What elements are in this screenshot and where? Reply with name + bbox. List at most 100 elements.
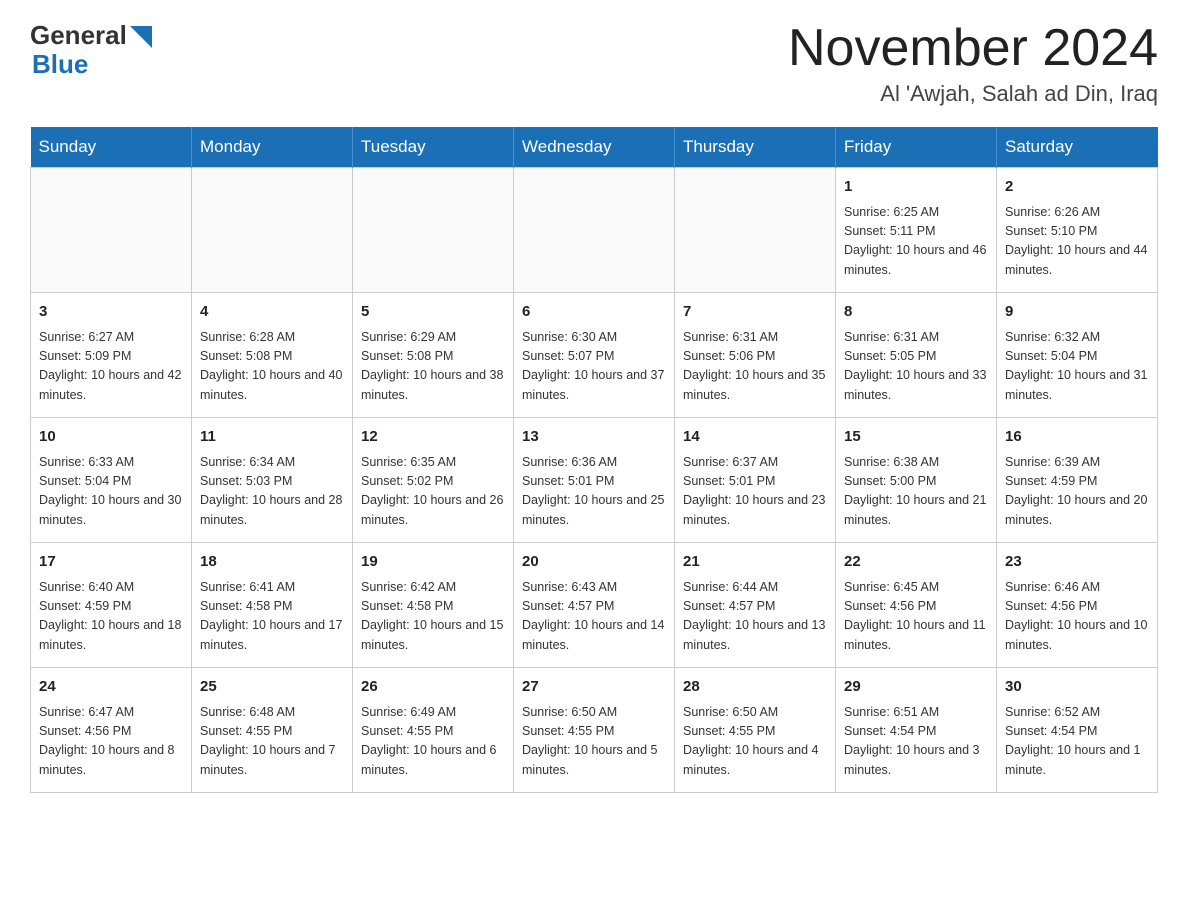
day-number: 19: [361, 551, 505, 574]
calendar-cell: 24 Sunrise: 6:47 AMSunset: 4:56 PMDayligh…: [31, 668, 192, 793]
calendar-cell: 12 Sunrise: 6:35 AMSunset: 5:02 PMDayligh…: [353, 418, 514, 543]
day-info: Sunrise: 6:41 AMSunset: 4:58 PMDaylight:…: [200, 578, 344, 656]
day-number: 8: [844, 301, 988, 324]
day-number: 20: [522, 551, 666, 574]
logo-arrow-icon: [130, 26, 152, 48]
day-number: 11: [200, 426, 344, 449]
day-info: Sunrise: 6:25 AMSunset: 5:11 PMDaylight:…: [844, 203, 988, 281]
day-info: Sunrise: 6:33 AMSunset: 5:04 PMDaylight:…: [39, 453, 183, 531]
day-info: Sunrise: 6:32 AMSunset: 5:04 PMDaylight:…: [1005, 328, 1149, 406]
logo-blue-text: Blue: [32, 49, 152, 80]
day-number: 18: [200, 551, 344, 574]
day-info: Sunrise: 6:45 AMSunset: 4:56 PMDaylight:…: [844, 578, 988, 656]
day-number: 2: [1005, 176, 1149, 199]
calendar-cell: 30Sunrise: 6:52 AMSunset: 4:54 PMDayligh…: [997, 668, 1158, 793]
calendar-cell: 5 Sunrise: 6:29 AMSunset: 5:08 PMDaylight…: [353, 293, 514, 418]
day-info: Sunrise: 6:44 AMSunset: 4:57 PMDaylight:…: [683, 578, 827, 656]
day-info: Sunrise: 6:49 AMSunset: 4:55 PMDaylight:…: [361, 703, 505, 781]
calendar-header-tuesday: Tuesday: [353, 127, 514, 168]
day-info: Sunrise: 6:50 AMSunset: 4:55 PMDaylight:…: [683, 703, 827, 781]
calendar-cell: 21 Sunrise: 6:44 AMSunset: 4:57 PMDayligh…: [675, 543, 836, 668]
calendar-week-row: 10Sunrise: 6:33 AMSunset: 5:04 PMDayligh…: [31, 418, 1158, 543]
day-number: 28: [683, 676, 827, 699]
calendar-header-wednesday: Wednesday: [514, 127, 675, 168]
calendar-cell: 20 Sunrise: 6:43 AMSunset: 4:57 PMDayligh…: [514, 543, 675, 668]
calendar-cell: [675, 168, 836, 293]
calendar-header-friday: Friday: [836, 127, 997, 168]
location-subtitle: Al 'Awjah, Salah ad Din, Iraq: [788, 81, 1158, 107]
day-info: Sunrise: 6:43 AMSunset: 4:57 PMDaylight:…: [522, 578, 666, 656]
calendar-header-sunday: Sunday: [31, 127, 192, 168]
day-info: Sunrise: 6:36 AMSunset: 5:01 PMDaylight:…: [522, 453, 666, 531]
calendar-cell: [353, 168, 514, 293]
calendar-week-row: 3Sunrise: 6:27 AMSunset: 5:09 PMDaylight…: [31, 293, 1158, 418]
calendar-cell: 15Sunrise: 6:38 AMSunset: 5:00 PMDayligh…: [836, 418, 997, 543]
day-number: 25: [200, 676, 344, 699]
calendar-cell: 10Sunrise: 6:33 AMSunset: 5:04 PMDayligh…: [31, 418, 192, 543]
day-info: Sunrise: 6:34 AMSunset: 5:03 PMDaylight:…: [200, 453, 344, 531]
calendar-cell: [31, 168, 192, 293]
day-info: Sunrise: 6:40 AMSunset: 4:59 PMDaylight:…: [39, 578, 183, 656]
day-info: Sunrise: 6:31 AMSunset: 5:06 PMDaylight:…: [683, 328, 827, 406]
day-info: Sunrise: 6:38 AMSunset: 5:00 PMDaylight:…: [844, 453, 988, 531]
calendar-cell: 2 Sunrise: 6:26 AMSunset: 5:10 PMDaylight…: [997, 168, 1158, 293]
calendar-cell: 1 Sunrise: 6:25 AMSunset: 5:11 PMDaylight…: [836, 168, 997, 293]
day-number: 24: [39, 676, 183, 699]
day-info: Sunrise: 6:47 AMSunset: 4:56 PMDaylight:…: [39, 703, 183, 781]
day-info: Sunrise: 6:46 AMSunset: 4:56 PMDaylight:…: [1005, 578, 1149, 656]
calendar-cell: 19 Sunrise: 6:42 AMSunset: 4:58 PMDayligh…: [353, 543, 514, 668]
day-number: 22: [844, 551, 988, 574]
day-number: 9: [1005, 301, 1149, 324]
day-number: 26: [361, 676, 505, 699]
day-info: Sunrise: 6:39 AMSunset: 4:59 PMDaylight:…: [1005, 453, 1149, 531]
calendar-cell: 16Sunrise: 6:39 AMSunset: 4:59 PMDayligh…: [997, 418, 1158, 543]
day-number: 21: [683, 551, 827, 574]
day-number: 14: [683, 426, 827, 449]
calendar-header-thursday: Thursday: [675, 127, 836, 168]
calendar-cell: 25 Sunrise: 6:48 AMSunset: 4:55 PMDayligh…: [192, 668, 353, 793]
calendar-cell: 8 Sunrise: 6:31 AMSunset: 5:05 PMDaylight…: [836, 293, 997, 418]
day-number: 13: [522, 426, 666, 449]
day-info: Sunrise: 6:50 AMSunset: 4:55 PMDaylight:…: [522, 703, 666, 781]
logo-general-text: General: [30, 20, 127, 51]
calendar-week-row: 24 Sunrise: 6:47 AMSunset: 4:56 PMDayligh…: [31, 668, 1158, 793]
day-number: 1: [844, 176, 988, 199]
day-number: 12: [361, 426, 505, 449]
day-info: Sunrise: 6:52 AMSunset: 4:54 PMDaylight:…: [1005, 703, 1149, 781]
calendar-cell: 14 Sunrise: 6:37 AMSunset: 5:01 PMDayligh…: [675, 418, 836, 543]
day-info: Sunrise: 6:27 AMSunset: 5:09 PMDaylight:…: [39, 328, 183, 406]
calendar-cell: 3Sunrise: 6:27 AMSunset: 5:09 PMDaylight…: [31, 293, 192, 418]
day-number: 27: [522, 676, 666, 699]
calendar-cell: [192, 168, 353, 293]
page-header: General Blue November 2024 Al 'Awjah, Sa…: [30, 20, 1158, 107]
calendar-cell: 13 Sunrise: 6:36 AMSunset: 5:01 PMDayligh…: [514, 418, 675, 543]
calendar-week-row: 1 Sunrise: 6:25 AMSunset: 5:11 PMDaylight…: [31, 168, 1158, 293]
day-info: Sunrise: 6:35 AMSunset: 5:02 PMDaylight:…: [361, 453, 505, 531]
calendar-cell: 6Sunrise: 6:30 AMSunset: 5:07 PMDaylight…: [514, 293, 675, 418]
logo: General Blue: [30, 20, 152, 80]
day-number: 23: [1005, 551, 1149, 574]
day-number: 17: [39, 551, 183, 574]
calendar-cell: 23 Sunrise: 6:46 AMSunset: 4:56 PMDayligh…: [997, 543, 1158, 668]
calendar-cell: 7 Sunrise: 6:31 AMSunset: 5:06 PMDaylight…: [675, 293, 836, 418]
calendar-cell: 9 Sunrise: 6:32 AMSunset: 5:04 PMDaylight…: [997, 293, 1158, 418]
day-info: Sunrise: 6:37 AMSunset: 5:01 PMDaylight:…: [683, 453, 827, 531]
day-info: Sunrise: 6:26 AMSunset: 5:10 PMDaylight:…: [1005, 203, 1149, 281]
calendar-week-row: 17 Sunrise: 6:40 AMSunset: 4:59 PMDayligh…: [31, 543, 1158, 668]
calendar-cell: 17 Sunrise: 6:40 AMSunset: 4:59 PMDayligh…: [31, 543, 192, 668]
day-info: Sunrise: 6:29 AMSunset: 5:08 PMDaylight:…: [361, 328, 505, 406]
day-number: 7: [683, 301, 827, 324]
day-info: Sunrise: 6:42 AMSunset: 4:58 PMDaylight:…: [361, 578, 505, 656]
calendar-cell: 26 Sunrise: 6:49 AMSunset: 4:55 PMDayligh…: [353, 668, 514, 793]
day-info: Sunrise: 6:28 AMSunset: 5:08 PMDaylight:…: [200, 328, 344, 406]
calendar-header-saturday: Saturday: [997, 127, 1158, 168]
calendar-cell: 29Sunrise: 6:51 AMSunset: 4:54 PMDayligh…: [836, 668, 997, 793]
day-info: Sunrise: 6:31 AMSunset: 5:05 PMDaylight:…: [844, 328, 988, 406]
day-number: 29: [844, 676, 988, 699]
calendar-cell: [514, 168, 675, 293]
calendar-cell: 11 Sunrise: 6:34 AMSunset: 5:03 PMDayligh…: [192, 418, 353, 543]
month-title: November 2024: [788, 20, 1158, 77]
calendar-cell: 28 Sunrise: 6:50 AMSunset: 4:55 PMDayligh…: [675, 668, 836, 793]
day-number: 5: [361, 301, 505, 324]
day-info: Sunrise: 6:48 AMSunset: 4:55 PMDaylight:…: [200, 703, 344, 781]
